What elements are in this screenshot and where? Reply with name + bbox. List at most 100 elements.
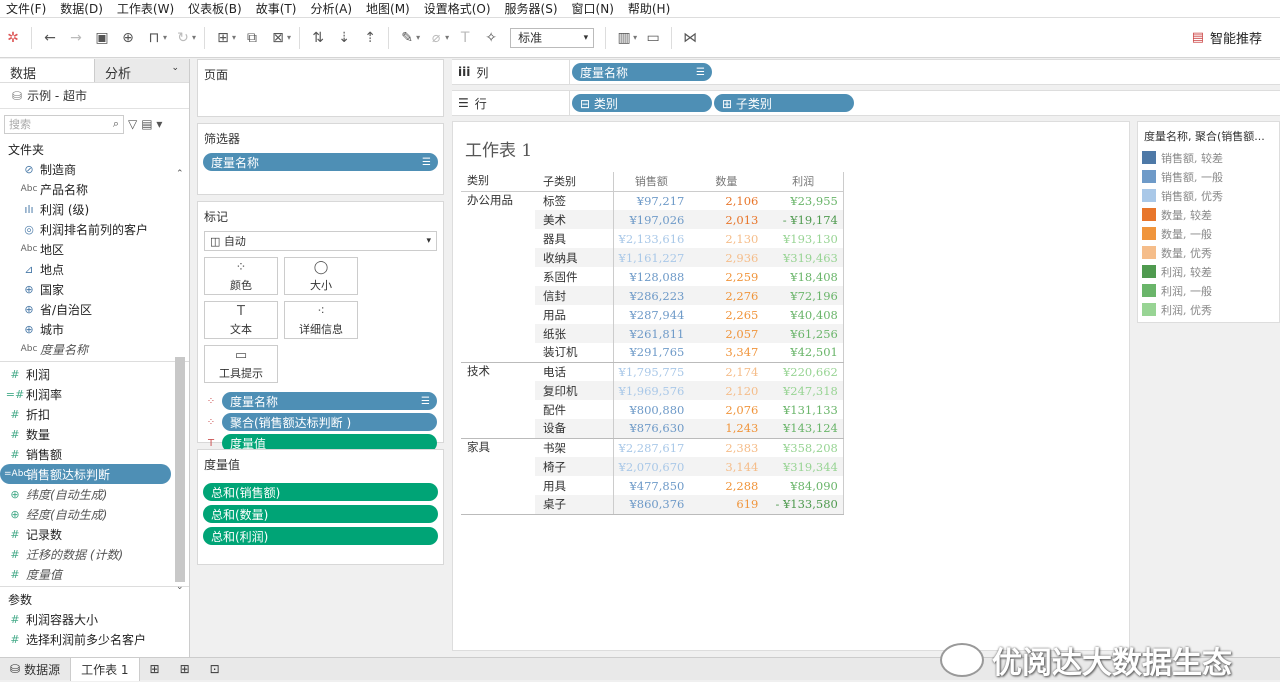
menu-item[interactable]: 设置格式(O) xyxy=(418,0,499,17)
view-canvas[interactable]: 工作表 1 类别 子类别 销售额 数量 利润 办公用品 标签 ¥97,217 2,10… xyxy=(452,121,1130,651)
field-item[interactable]: ⊿ 地点 xyxy=(0,259,189,279)
view-options-icon[interactable]: ▤ ▾ xyxy=(141,117,162,131)
field-item[interactable]: ◎ 利润排名前列的客户 xyxy=(0,219,189,239)
sheet-tab[interactable]: 工作表 1 xyxy=(70,657,140,681)
header-category[interactable]: 类别 xyxy=(461,172,535,192)
rows-pill-category[interactable]: ⊟ 类别 xyxy=(572,94,712,112)
legend-item[interactable]: 数量, 一般 xyxy=(1138,224,1279,243)
table-row[interactable]: 用品 ¥287,944 2,265 ¥40,408 xyxy=(461,305,844,324)
scrollbar-thumb[interactable] xyxy=(175,357,185,582)
table-row[interactable]: 复印机 ¥1,969,576 2,120 ¥247,318 xyxy=(461,381,844,400)
detail-mark-button[interactable]: ⁖ 详细信息 xyxy=(284,301,358,339)
share-icon[interactable]: ⋈ xyxy=(677,25,703,51)
table-row[interactable]: 设备 ¥876,630 1,243 ¥143,124 xyxy=(461,419,844,439)
color-legend[interactable]: 度量名称, 聚合(销售额... 销售额, 较差 销售额, 一般 销售额, 优秀 数量,… xyxy=(1137,121,1280,323)
show-me-button[interactable]: ▤ 智能推荐 xyxy=(1192,28,1262,47)
mark-type-select[interactable]: ◫ 自动 ▾ xyxy=(204,231,437,251)
size-mark-button[interactable]: ◯ 大小 xyxy=(284,257,358,295)
tableau-logo-icon[interactable]: ✲ xyxy=(0,25,26,51)
filter-icon[interactable]: ▽ xyxy=(128,117,137,131)
table-row[interactable]: 系固件 ¥128,088 2,259 ¥18,408 xyxy=(461,267,844,286)
table-row[interactable]: 器具 ¥2,133,616 2,130 ¥193,130 xyxy=(461,229,844,248)
field-item[interactable]: =Abc 销售额达标判断 xyxy=(0,464,171,484)
menu-item[interactable]: 帮助(H) xyxy=(622,0,678,17)
filters-card[interactable]: 筛选器 度量名称 ☰ xyxy=(197,123,444,195)
menu-item[interactable]: 服务器(S) xyxy=(499,0,566,17)
field-item[interactable]: ⊕ 国家 xyxy=(0,279,189,299)
field-item[interactable]: ⊕ 城市 xyxy=(0,319,189,339)
menu-item[interactable]: 数据(D) xyxy=(54,0,111,17)
menu-item[interactable]: 地图(M) xyxy=(360,0,418,17)
tab-data[interactable]: 数据 xyxy=(0,59,94,82)
swap-icon[interactable]: ⇅ xyxy=(305,25,331,51)
viz-table[interactable]: 类别 子类别 销售额 数量 利润 办公用品 标签 ¥97,217 2,106 ¥23,9… xyxy=(461,172,844,515)
measure-value-pill[interactable]: 总和(销售额) xyxy=(203,483,438,501)
legend-item[interactable]: 利润, 优秀 xyxy=(1138,300,1279,319)
field-item[interactable]: =# 利润率 xyxy=(0,384,189,404)
measure-value-pill[interactable]: 总和(利润) xyxy=(203,527,438,545)
data-pane-scrollbar[interactable]: ⌃ ⌄ xyxy=(174,167,186,592)
legend-item[interactable]: 销售额, 一般 xyxy=(1138,167,1279,186)
text-mark-button[interactable]: T 文本 xyxy=(204,301,278,339)
field-item[interactable]: # 利润 xyxy=(0,364,189,384)
datasource-tab[interactable]: ⛁ 数据源 xyxy=(0,658,70,681)
legend-item[interactable]: 利润, 一般 xyxy=(1138,281,1279,300)
header-profit[interactable]: 利润 xyxy=(763,172,844,192)
sort-descending-icon[interactable]: ⇡ xyxy=(357,25,383,51)
field-item[interactable]: # 记录数 xyxy=(0,524,189,544)
scroll-up-icon[interactable]: ⌃ xyxy=(176,169,184,179)
undo-icon[interactable]: ← xyxy=(37,25,63,51)
new-datasource-icon[interactable]: ⊕ xyxy=(115,25,141,51)
field-item[interactable]: ılı 利润 (级) xyxy=(0,199,189,219)
field-item[interactable]: Abc 产品名称 xyxy=(0,179,189,199)
legend-item[interactable]: 销售额, 优秀 xyxy=(1138,186,1279,205)
field-item[interactable]: ⊘ 制造商 xyxy=(0,159,189,179)
field-item[interactable]: # 利润容器大小 xyxy=(0,609,189,629)
rows-pill-subcategory[interactable]: ⊞ 子类别 xyxy=(714,94,854,112)
table-row[interactable]: 椅子 ¥2,070,670 3,144 ¥319,344 xyxy=(461,457,844,476)
datasource-item[interactable]: ⛁ 示例 - 超市 xyxy=(0,83,189,109)
mark-pill[interactable]: 聚合(销售额达标判断 ) xyxy=(222,413,437,431)
table-row[interactable]: 技术 电话 ¥1,795,775 2,174 ¥220,662 xyxy=(461,362,844,381)
new-story-icon[interactable]: ⊡ xyxy=(200,658,230,681)
presentation-icon[interactable]: ▭ xyxy=(640,25,666,51)
field-item[interactable]: Abc 地区 xyxy=(0,239,189,259)
table-row[interactable]: 办公用品 标签 ¥97,217 2,106 ¥23,955 xyxy=(461,191,844,210)
menu-item[interactable]: 工作表(W) xyxy=(111,0,182,17)
field-item[interactable]: # 折扣 xyxy=(0,404,189,424)
new-dashboard-icon[interactable]: ⊞ xyxy=(170,658,200,681)
mark-pill[interactable]: 度量名称 ☰ xyxy=(222,392,437,410)
menu-item[interactable]: 分析(A) xyxy=(304,0,360,17)
field-item[interactable]: ⊕ 纬度(自动生成) xyxy=(0,484,189,504)
table-row[interactable]: 纸张 ¥261,811 2,057 ¥61,256 xyxy=(461,324,844,343)
color-mark-button[interactable]: ⁘ 颜色 xyxy=(204,257,278,295)
field-item[interactable]: # 数量 xyxy=(0,424,189,444)
legend-item[interactable]: 数量, 优秀 xyxy=(1138,243,1279,262)
fit-select[interactable]: 标准 ▾ xyxy=(510,27,595,48)
field-item[interactable]: # 选择利润前多少名客户 xyxy=(0,629,189,649)
scroll-down-icon[interactable]: ⌄ xyxy=(176,582,184,592)
table-row[interactable]: 桌子 ¥860,376 619- ¥133,580 xyxy=(461,495,844,515)
field-item[interactable]: ⊕ 省/自治区 xyxy=(0,299,189,319)
save-icon[interactable]: ▣ xyxy=(89,25,115,51)
sort-ascending-icon[interactable]: ⇣ xyxy=(331,25,357,51)
table-row[interactable]: 信封 ¥286,223 2,276 ¥72,196 xyxy=(461,286,844,305)
menu-item[interactable]: 窗口(N) xyxy=(566,0,622,17)
redo-icon[interactable]: → xyxy=(63,25,89,51)
table-row[interactable]: 配件 ¥800,880 2,076 ¥131,133 xyxy=(461,400,844,419)
pin-icon[interactable]: ✧ xyxy=(478,25,504,51)
new-worksheet-icon[interactable]: ⊞ xyxy=(140,658,170,681)
legend-item[interactable]: 利润, 较差 xyxy=(1138,262,1279,281)
duplicate-sheet-icon[interactable]: ⧉ xyxy=(239,25,265,51)
table-row[interactable]: 用具 ¥477,850 2,288 ¥84,090 xyxy=(461,476,844,495)
table-row[interactable]: 家具 书架 ¥2,287,617 2,383 ¥358,208 xyxy=(461,438,844,457)
filter-pill[interactable]: 度量名称 ☰ xyxy=(203,153,438,171)
table-row[interactable]: 美术 ¥197,026 2,013- ¥19,174 xyxy=(461,210,844,229)
columns-pill[interactable]: 度量名称 ☰ xyxy=(572,63,712,81)
header-qty[interactable]: 数量 xyxy=(689,172,764,192)
header-subcategory[interactable]: 子类别 xyxy=(535,172,613,192)
legend-item[interactable]: 数量, 较差 xyxy=(1138,205,1279,224)
pages-card[interactable]: 页面 xyxy=(197,59,444,117)
legend-item[interactable]: 销售额, 较差 xyxy=(1138,148,1279,167)
tooltip-mark-button[interactable]: ▭ 工具提示 xyxy=(204,345,278,383)
